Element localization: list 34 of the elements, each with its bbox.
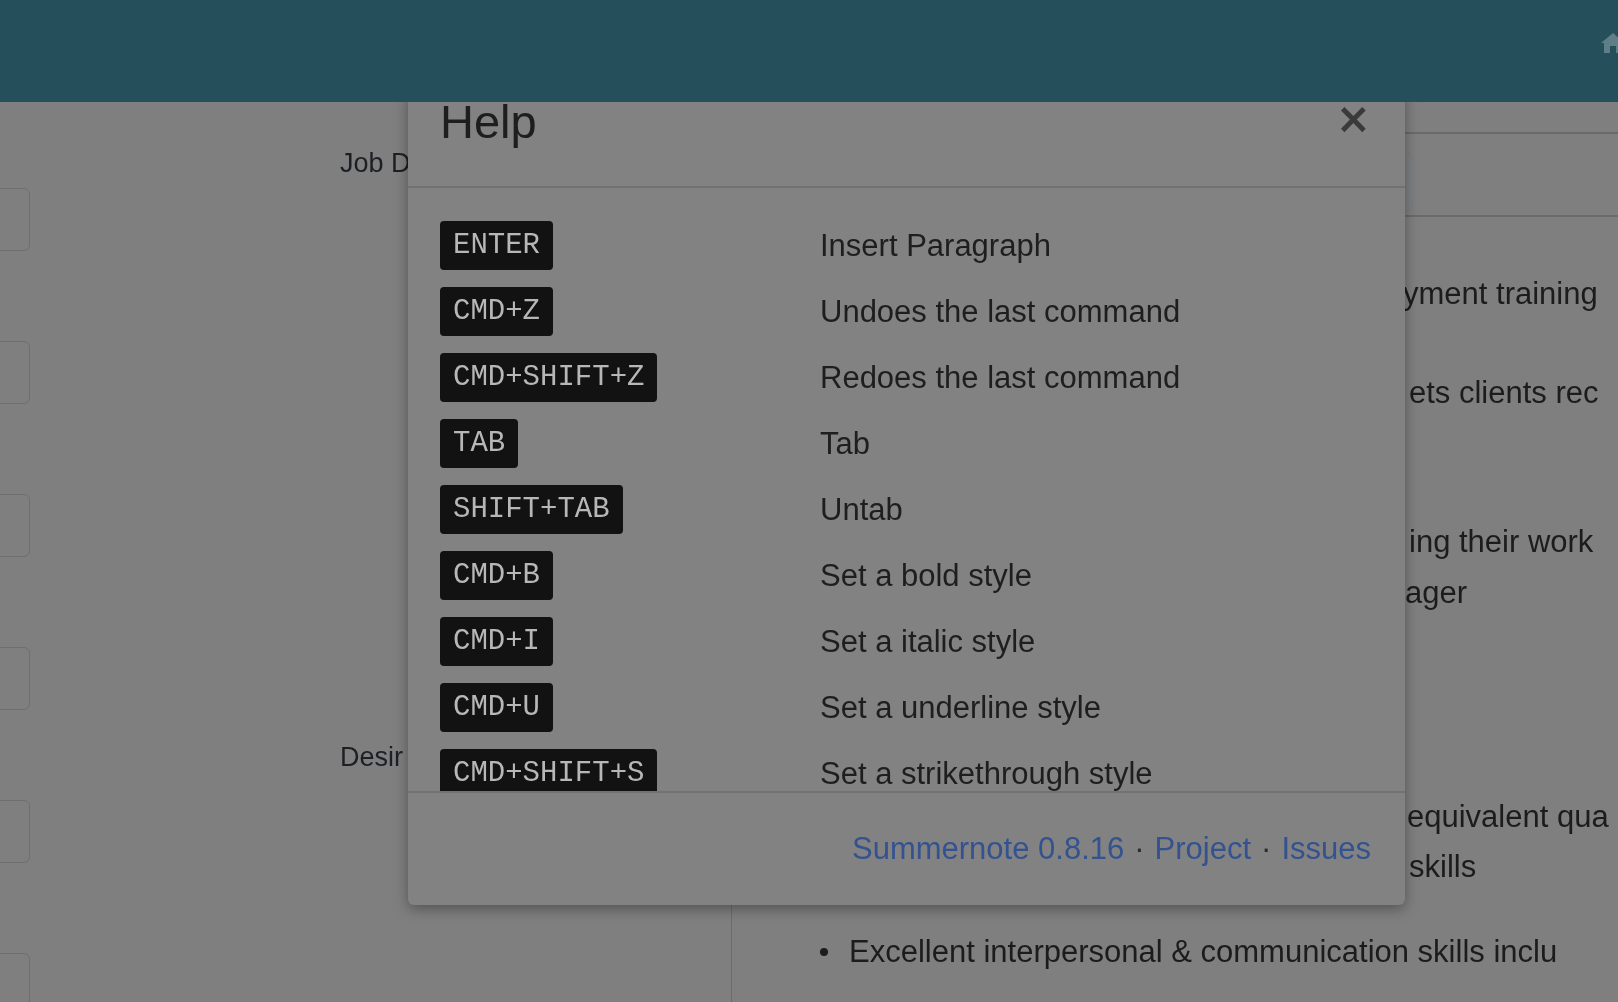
shortcut-description: Set a strikethrough style: [820, 756, 1153, 791]
shortcut-description: Undoes the last command: [820, 294, 1181, 329]
shortcut-description: Set a bold style: [820, 558, 1032, 593]
key-badge: CMD+SHIFT+Z: [440, 353, 658, 402]
field-label: Desir: [340, 741, 403, 773]
key-badge: ENTER: [440, 221, 553, 270]
shortcut-description: Tab: [820, 426, 870, 461]
shortcut-description: Set a italic style: [820, 624, 1036, 659]
key-badge: CMD+B: [440, 551, 553, 600]
body-text: ets clients rec: [1409, 375, 1600, 411]
body-text: equivalent qua: [1407, 799, 1610, 835]
separator-dot: ·: [1134, 831, 1145, 867]
shortcut-description: Untab: [820, 492, 903, 527]
dialog-title: Help: [440, 96, 537, 148]
shortcut-description: Set a underline style: [820, 690, 1101, 725]
shortcut-description: Insert Paragraph: [820, 228, 1051, 263]
close-button[interactable]: ×: [1335, 105, 1371, 133]
key-badge: CMD+Z: [440, 287, 553, 336]
body-text: skills: [1409, 849, 1478, 885]
key-badge: TAB: [440, 419, 519, 468]
key-badge: CMD+SHIFT+S: [440, 749, 658, 791]
shortcut-description: Redoes the last command: [820, 360, 1181, 395]
key-badge: SHIFT+TAB: [440, 485, 623, 534]
key-badge: CMD+U: [440, 683, 553, 732]
body-text: yment training: [1403, 276, 1599, 312]
footer-link[interactable]: Summernote 0.8.16: [852, 831, 1125, 867]
list-item: Excellent interpersonal & communication skills inclu: [849, 934, 1558, 970]
bullet-icon: [820, 948, 828, 956]
footer-link[interactable]: Project: [1154, 831, 1252, 867]
separator-dot: ·: [1261, 831, 1272, 867]
footer-link[interactable]: Issues: [1281, 831, 1371, 867]
body-text: ing their work: [1409, 524, 1595, 560]
body-text: ager: [1405, 575, 1469, 611]
key-badge: CMD+I: [440, 617, 553, 666]
